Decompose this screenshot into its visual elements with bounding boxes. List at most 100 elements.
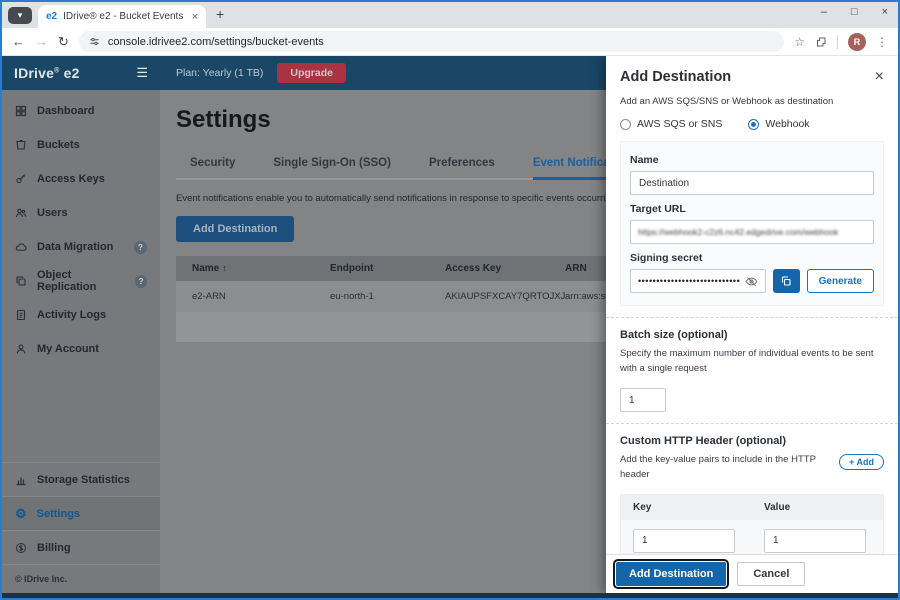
radio-webhook[interactable]: Webhook [748, 118, 810, 130]
target-url-label: Target URL [630, 203, 686, 215]
users-icon [15, 208, 27, 218]
value-column-header: Value [764, 501, 791, 513]
upgrade-button[interactable]: Upgrade [277, 63, 346, 83]
signing-secret-row: •••••••••••••••••••••••••••• Generate [630, 269, 874, 293]
webhook-fields-section: Name Target URL https://webhook2-c2z6.nc… [620, 141, 884, 306]
sidebar-item-my-account[interactable]: My Account [2, 332, 160, 366]
radio-label: AWS SQS or SNS [637, 118, 723, 130]
batch-size-description: Specify the maximum number of individual… [620, 348, 874, 374]
target-url-value: https://webhook2-c2z6.nc42.edgedrive.com… [638, 227, 839, 237]
copy-button[interactable] [772, 269, 800, 293]
sidebar-item-users[interactable]: Users [2, 196, 160, 230]
column-header-endpoint[interactable]: Endpoint [330, 263, 445, 274]
signing-secret-input[interactable]: •••••••••••••••••••••••••••• [630, 269, 766, 293]
panel-body: Add an AWS SQS/SNS or Webhook as destina… [606, 94, 898, 554]
header-key-input[interactable] [633, 528, 735, 553]
hamburger-icon[interactable]: ☰ [136, 65, 148, 81]
cancel-button[interactable]: Cancel [737, 562, 806, 586]
browser-tab[interactable]: e2 IDrive® e2 - Bucket Events × [38, 5, 206, 28]
signing-secret-masked-value: •••••••••••••••••••••••••••• [638, 276, 741, 286]
tab-preferences[interactable]: Preferences [429, 150, 495, 178]
eye-off-icon[interactable] [745, 275, 758, 288]
sidebar-item-buckets[interactable]: Buckets [2, 128, 160, 162]
batch-size-input[interactable] [620, 388, 666, 413]
key-icon [16, 174, 26, 184]
column-header-name[interactable]: Name ↑ [176, 263, 330, 274]
header-value-input[interactable] [764, 528, 866, 553]
dollar-icon [16, 542, 26, 553]
sidebar-item-billing[interactable]: Billing [2, 530, 160, 564]
tab-title: IDrive® e2 - Bucket Events [63, 11, 184, 22]
minimize-button[interactable]: – [821, 6, 827, 18]
add-header-button[interactable]: + Add [839, 454, 884, 471]
sidebar-item-object-replication[interactable]: Object Replication ? [2, 264, 160, 298]
sidebar-item-data-migration[interactable]: Data Migration ? [2, 230, 160, 264]
app-region: IDrive® e2 ☰ Dashboard Buckets Access Ke… [2, 56, 898, 593]
idrive-e2-logo: IDrive® e2 [14, 65, 80, 81]
batch-size-section: Batch size (optional) Specify the maximu… [620, 329, 884, 413]
back-icon[interactable]: ← [12, 34, 25, 49]
add-destination-panel: Add Destination × Add an AWS SQS/SNS or … [606, 56, 898, 593]
page-footer-strip [2, 593, 898, 598]
name-input[interactable] [630, 171, 874, 195]
signing-secret-label: Signing secret [630, 252, 703, 264]
help-icon[interactable]: ? [134, 240, 147, 254]
person-icon [16, 344, 26, 354]
cell-access-key: AKIAUPSFXCAY7QRTOJXJ [445, 291, 566, 302]
url-text: console.idrivee2.com/settings/bucket-eve… [107, 35, 324, 48]
new-tab-button[interactable]: + [216, 6, 224, 22]
target-url-input[interactable]: https://webhook2-c2z6.nc42.edgedrive.com… [630, 220, 874, 244]
document-icon [16, 309, 26, 321]
sidebar-item-dashboard[interactable]: Dashboard [2, 94, 160, 128]
tab-sso[interactable]: Single Sign-On (SSO) [273, 150, 391, 178]
panel-footer: Add Destination Cancel [606, 554, 898, 593]
sidebar-item-access-keys[interactable]: Access Keys [2, 162, 160, 196]
dashboard-icon [15, 105, 27, 117]
sidebar-bottom-group: Storage Statistics ⚙ Settings Billing © … [2, 462, 160, 593]
tab-security[interactable]: Security [190, 150, 235, 178]
panel-header: Add Destination × [606, 56, 898, 94]
reload-icon[interactable]: ↻ [58, 34, 69, 50]
sidebar-item-label: Data Migration [37, 241, 114, 253]
tab-close-icon[interactable]: × [192, 11, 198, 23]
sidebar-item-storage-statistics[interactable]: Storage Statistics [2, 462, 160, 496]
sidebar-item-label: Dashboard [37, 105, 95, 117]
cell-endpoint: eu-north-1 [330, 291, 374, 302]
generate-button[interactable]: Generate [806, 269, 874, 293]
help-icon[interactable]: ? [135, 274, 147, 288]
plan-label: Plan: Yearly (1 TB) [176, 67, 264, 79]
site-settings-icon[interactable] [89, 36, 100, 47]
browser-toolbar: ← → ↻ console.idrivee2.com/settings/buck… [2, 28, 898, 56]
sidebar-item-label: Access Keys [37, 173, 105, 185]
dashed-divider [606, 317, 898, 318]
dashed-divider [606, 423, 898, 425]
sidebar-item-label: My Account [37, 343, 99, 355]
forward-icon: → [35, 34, 48, 49]
bookmark-star-icon[interactable]: ☆ [794, 35, 805, 49]
sidebar-item-activity-logs[interactable]: Activity Logs [2, 298, 160, 332]
radio-aws-sqs-sns[interactable]: AWS SQS or SNS [620, 118, 722, 130]
sidebar-item-label: Settings [36, 507, 81, 520]
browser-menu-icon[interactable]: ⋮ [876, 35, 888, 49]
custom-header-section: Custom HTTP Header (optional) Add the ke… [620, 435, 884, 554]
panel-add-destination-button[interactable]: Add Destination [612, 559, 730, 589]
tab-search-button[interactable]: ▾ [8, 7, 32, 24]
cell-name: e2-ARN [192, 291, 226, 302]
radio-unselected-icon [620, 118, 631, 130]
url-bar[interactable]: console.idrivee2.com/settings/bucket-eve… [78, 31, 785, 52]
sidebar-item-label: Storage Statistics [37, 473, 130, 486]
chevron-down-icon: ▾ [17, 10, 23, 20]
close-icon[interactable]: × [875, 69, 884, 85]
toolbar-divider [837, 34, 838, 49]
window-close-button[interactable]: × [882, 6, 888, 18]
sidebar-item-settings[interactable]: ⚙ Settings [2, 496, 160, 530]
sort-up-icon: ↑ [222, 263, 227, 273]
maximize-button[interactable]: □ [851, 6, 858, 18]
profile-avatar[interactable]: R [848, 32, 866, 51]
custom-header-description: Add the key-value pairs to include in th… [620, 454, 816, 481]
add-destination-button[interactable]: Add Destination [176, 216, 295, 242]
name-label: Name [630, 154, 659, 166]
extensions-icon[interactable] [815, 36, 827, 48]
column-header-access-key[interactable]: Access Key [445, 263, 565, 274]
batch-size-title: Batch size (optional) [620, 329, 728, 341]
